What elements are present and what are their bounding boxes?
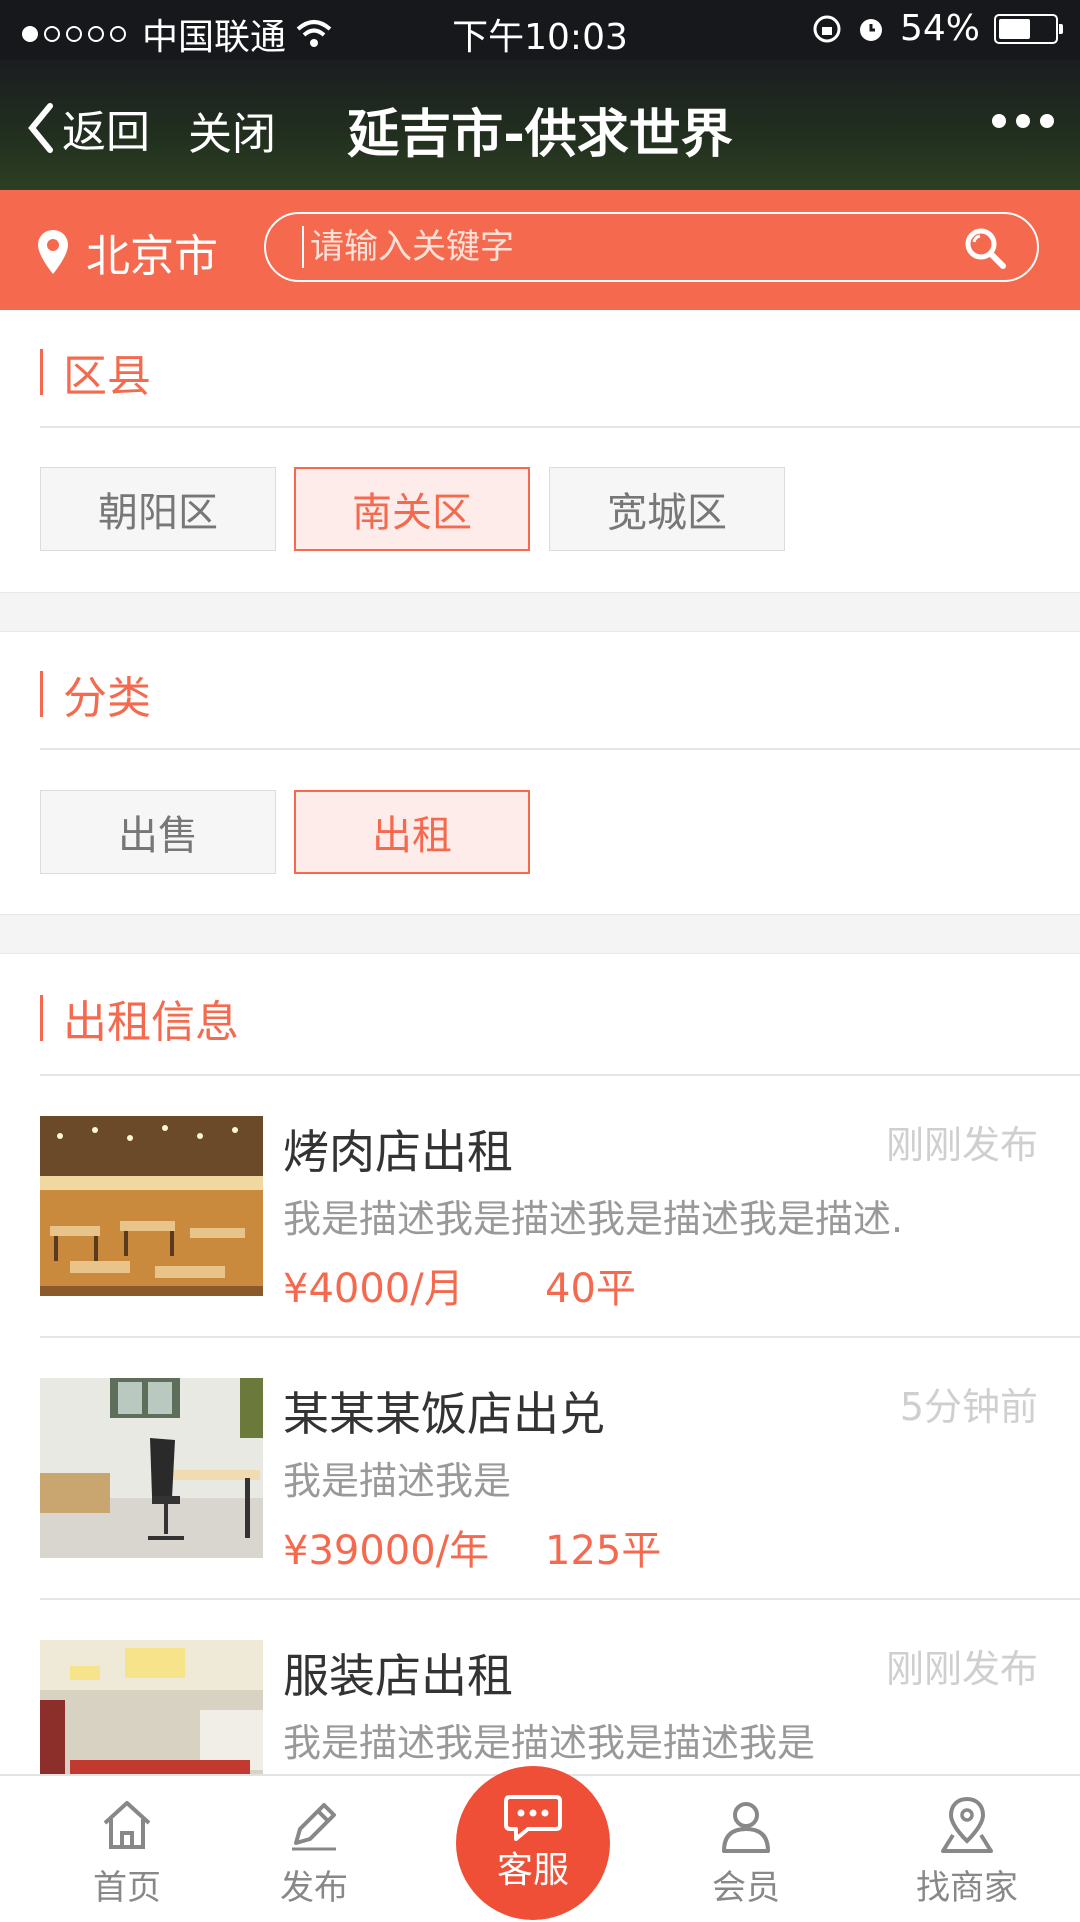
battery-icon — [994, 13, 1063, 44]
listing-time: 5分钟前 — [899, 1385, 1038, 1429]
category-header: 分类 — [40, 662, 151, 726]
home-icon — [103, 1801, 151, 1849]
listing-desc: 我是描述我是描述我是描述我是 — [283, 1721, 816, 1765]
district-title: 区县 — [63, 351, 151, 402]
search-box[interactable] — [264, 212, 1039, 282]
listing-title: 某某某饭店出兑 — [283, 1387, 605, 1441]
service-button[interactable]: 客服 — [456, 1766, 610, 1920]
tab-label: 首页 — [93, 1868, 161, 1908]
status-right: 54% — [812, 8, 1063, 49]
status-bar: 中国联通 下午10:03 54% — [0, 0, 1080, 60]
listing-thumbnail — [40, 1640, 263, 1774]
nav-bar: 返回 关闭 延吉市-供求世界 — [0, 60, 1080, 190]
tab-service[interactable]: 客服 — [456, 1766, 610, 1920]
listing-price: ¥39000/年 — [283, 1528, 490, 1574]
listing-time: 刚刚发布 — [885, 1647, 1038, 1691]
listing-item[interactable]: 某某某饭店出兑 5分钟前 我是描述我是 ¥39000/年 125平 — [0, 1338, 1080, 1600]
listing-area: 40平 — [545, 1266, 636, 1312]
listing-item[interactable]: 烤肉店出租 刚刚发布 我是描述我是描述我是描述我是描述. ¥4000/月 40平 — [0, 1076, 1080, 1338]
tab-label: 客服 — [496, 1850, 569, 1891]
page-title: 延吉市-供求世界 — [347, 105, 733, 165]
location-icon — [941, 1796, 993, 1853]
listing-title: 烤肉店出租 — [283, 1125, 513, 1179]
search-input[interactable] — [302, 226, 912, 268]
search-icon[interactable] — [963, 226, 1007, 270]
listing-price: ¥4000/月 — [283, 1266, 464, 1312]
district-chip-kuancheng[interactable]: 宽城区 — [549, 467, 785, 551]
more-icon[interactable] — [992, 114, 1054, 128]
district-chip-chaoyang[interactable]: 朝阳区 — [40, 467, 276, 551]
category-title: 分类 — [63, 673, 151, 724]
tab-label: 发布 — [280, 1868, 348, 1908]
tab-label: 会员 — [712, 1868, 780, 1908]
district-chip-nanguan[interactable]: 南关区 — [294, 467, 530, 551]
category-section: 分类 出售 出租 — [0, 632, 1080, 914]
section-divider — [0, 914, 1080, 954]
search-bar: 北京市 — [0, 190, 1080, 310]
tab-publish[interactable]: 发布 — [244, 1790, 384, 1909]
tab-label: 找商家 — [916, 1868, 1018, 1908]
city-selector[interactable]: 北京市 — [36, 220, 218, 284]
listing-item[interactable]: 服装店出租 刚刚发布 我是描述我是描述我是描述我是 — [0, 1600, 1080, 1774]
chat-icon — [504, 1795, 562, 1841]
battery-percent: 54% — [899, 8, 980, 49]
listing-title: 出租信息 — [63, 997, 239, 1048]
tab-member[interactable]: 会员 — [676, 1790, 816, 1909]
section-divider — [0, 592, 1080, 632]
tab-find-merchant[interactable]: 找商家 — [897, 1790, 1037, 1909]
district-section: 区县 朝阳区 南关区 宽城区 — [0, 310, 1080, 592]
user-icon — [722, 1802, 770, 1853]
listing-section: 出租信息 烤肉店出租 刚刚发布 我是描述我是描述我是描述我是描述. ¥4000/… — [0, 954, 1080, 1774]
listing-time: 刚刚发布 — [885, 1123, 1038, 1167]
district-header: 区县 — [40, 340, 151, 404]
listing-thumbnail — [40, 1116, 263, 1296]
listing-desc: 我是描述我是描述我是描述我是描述. — [283, 1197, 904, 1241]
tab-home[interactable]: 首页 — [57, 1790, 197, 1909]
listing-area: 125平 — [545, 1528, 662, 1574]
city-label: 北京市 — [86, 231, 218, 282]
location-pin-icon — [38, 230, 68, 274]
rotation-lock-icon — [813, 15, 841, 42]
pencil-icon — [292, 1803, 336, 1851]
listing-title: 服装店出租 — [283, 1649, 513, 1703]
category-chip-rent[interactable]: 出租 — [294, 790, 530, 874]
listing-header: 出租信息 — [40, 986, 239, 1050]
listing-desc: 我是描述我是 — [283, 1459, 512, 1503]
tab-bar: 首页 发布 客服 会员 找商家 — [0, 1766, 1080, 1922]
listing-thumbnail — [40, 1378, 263, 1558]
category-chip-sale[interactable]: 出售 — [40, 790, 276, 874]
alarm-icon — [859, 18, 882, 41]
